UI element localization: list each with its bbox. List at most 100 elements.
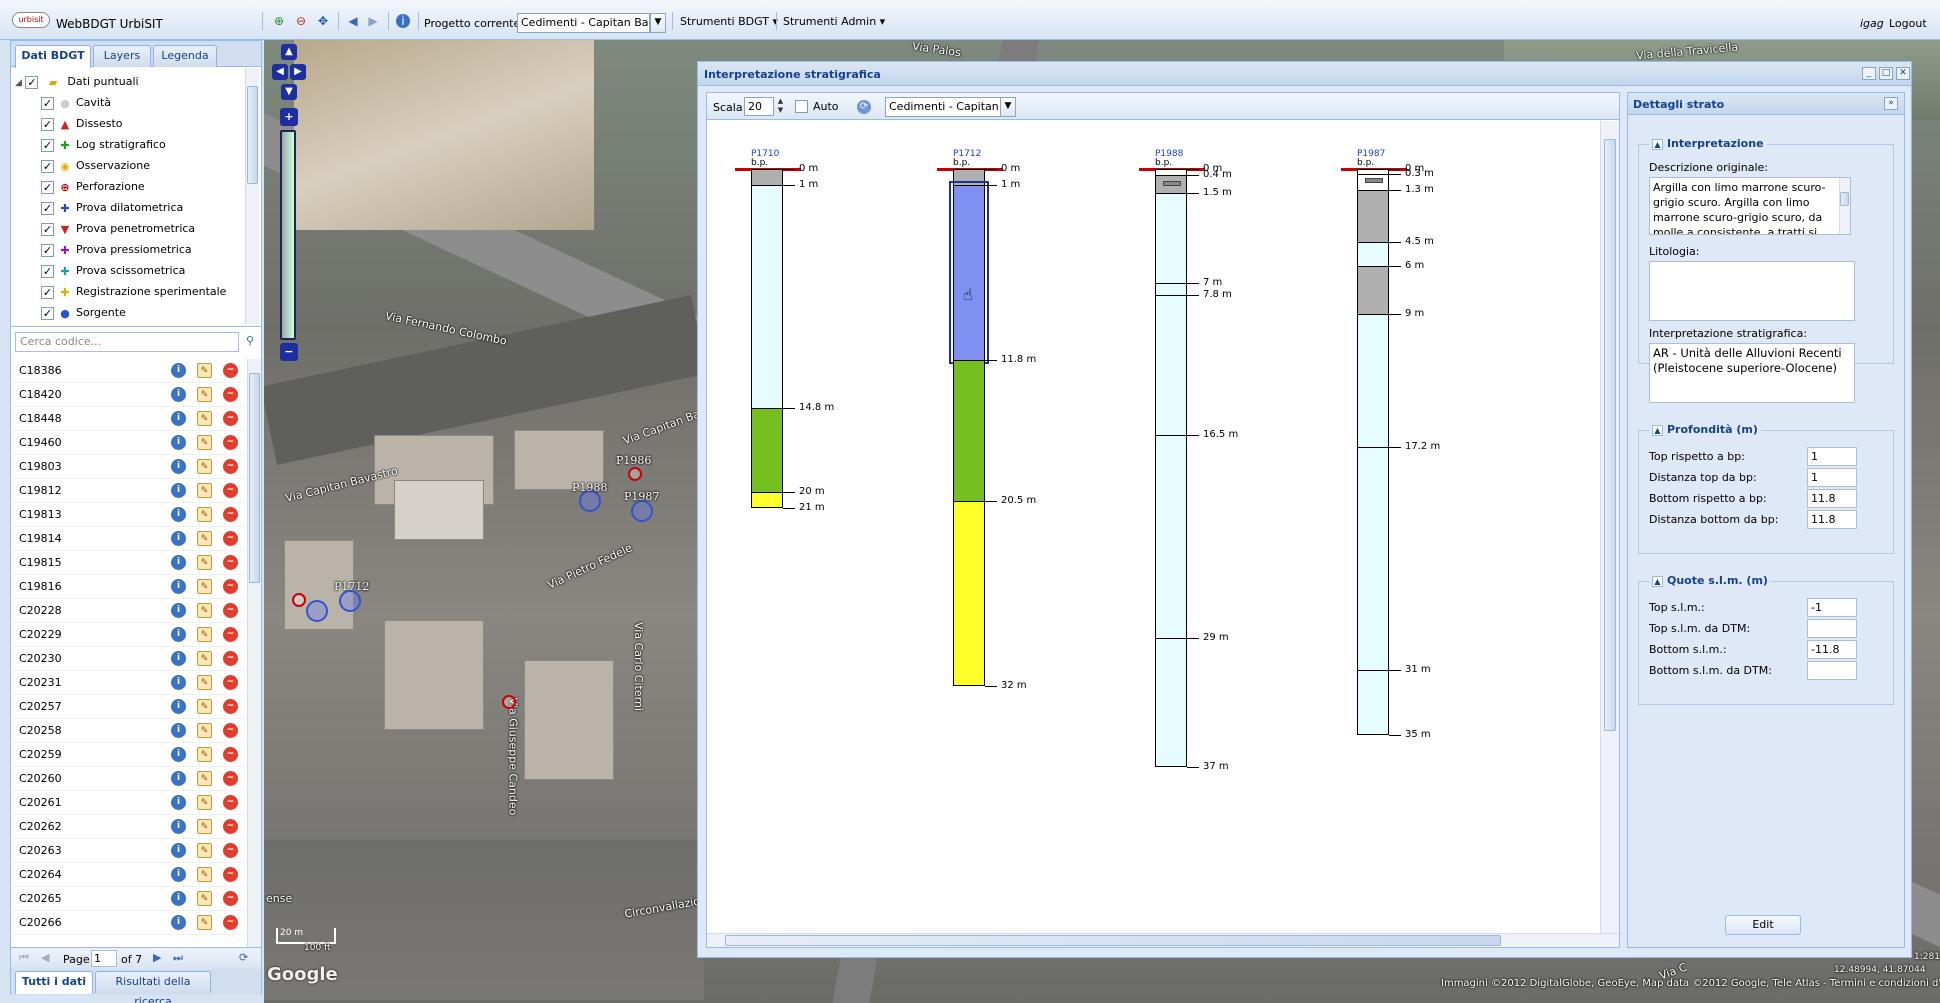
info-icon[interactable]: i bbox=[171, 603, 186, 618]
edit-icon[interactable]: ✎ bbox=[197, 675, 212, 690]
delete-icon[interactable]: − bbox=[223, 723, 238, 738]
info-icon[interactable]: i bbox=[171, 699, 186, 714]
scroll-thumb[interactable] bbox=[247, 86, 258, 184]
info-icon[interactable]: i bbox=[171, 531, 186, 546]
tab-tutti-i-dati[interactable]: Tutti i dati bbox=[15, 971, 93, 994]
prev-page-icon[interactable]: ◀ bbox=[41, 951, 49, 964]
project-select[interactable]: Cedimenti - Capitan Bavastr bbox=[885, 97, 1001, 117]
info-icon[interactable]: i bbox=[171, 915, 186, 930]
scroll-thumb[interactable] bbox=[249, 373, 260, 583]
edit-icon[interactable]: ✎ bbox=[197, 363, 212, 378]
edit-icon[interactable]: ✎ bbox=[197, 795, 212, 810]
delete-icon[interactable]: − bbox=[223, 555, 238, 570]
delete-icon[interactable]: − bbox=[223, 819, 238, 834]
list-item[interactable]: C19813 i ✎ − bbox=[13, 503, 245, 527]
edit-icon[interactable]: ✎ bbox=[197, 651, 212, 666]
edit-icon[interactable]: ✎ bbox=[197, 435, 212, 450]
refresh-icon[interactable]: ⟳ bbox=[239, 951, 248, 964]
list-item[interactable]: C20265 i ✎ − bbox=[13, 887, 245, 911]
list-item[interactable]: C20259 i ✎ − bbox=[13, 743, 245, 767]
field-input[interactable]: 11.8 bbox=[1807, 510, 1857, 529]
zoom-out-icon[interactable]: − bbox=[280, 343, 298, 361]
checkbox[interactable]: ✓ bbox=[25, 75, 39, 89]
list-item[interactable]: C19460 i ✎ − bbox=[13, 431, 245, 455]
strat-layer[interactable] bbox=[751, 169, 783, 185]
list-item[interactable]: C18448 i ✎ − bbox=[13, 407, 245, 431]
strat-vscrollbar[interactable] bbox=[1600, 121, 1619, 933]
marker-pin[interactable] bbox=[502, 695, 516, 709]
list-item[interactable]: C19812 i ✎ − bbox=[13, 479, 245, 503]
strat-layer[interactable] bbox=[1155, 193, 1187, 283]
list-item[interactable]: C18420 i ✎ − bbox=[13, 383, 245, 407]
info-icon[interactable]: i bbox=[171, 411, 186, 426]
tree-root[interactable]: ◢ ✓ ▰ Dati puntuali bbox=[15, 71, 255, 92]
edit-button[interactable]: Edit bbox=[1725, 915, 1801, 935]
field-input[interactable]: -11.8 bbox=[1807, 640, 1857, 659]
next-page-icon[interactable]: ▶ bbox=[153, 951, 161, 964]
strat-hscrollbar[interactable] bbox=[707, 933, 1619, 947]
field-input[interactable] bbox=[1807, 661, 1857, 680]
edit-icon[interactable]: ✎ bbox=[197, 459, 212, 474]
info-icon[interactable]: i bbox=[171, 435, 186, 450]
edit-icon[interactable]: ✎ bbox=[197, 723, 212, 738]
edit-icon[interactable]: ✎ bbox=[197, 579, 212, 594]
strat-layer[interactable] bbox=[1155, 638, 1187, 767]
strat-layer[interactable] bbox=[751, 408, 783, 492]
desc-scrollbar[interactable] bbox=[1839, 178, 1850, 234]
list-item[interactable]: C20263 i ✎ − bbox=[13, 839, 245, 863]
checkbox[interactable]: ✓ bbox=[41, 201, 54, 215]
info-icon[interactable]: i bbox=[171, 627, 186, 642]
tab-legenda[interactable]: Legenda bbox=[153, 45, 217, 67]
desc-field[interactable]: Argilla con limo marrone scuro-grigio sc… bbox=[1649, 177, 1851, 235]
info-icon[interactable]: i bbox=[396, 14, 410, 28]
list-item[interactable]: C19816 i ✎ − bbox=[13, 575, 245, 599]
checkbox[interactable]: ✓ bbox=[41, 306, 54, 320]
checkbox[interactable]: ✓ bbox=[41, 138, 54, 152]
marker-pin[interactable] bbox=[631, 500, 653, 522]
search-input[interactable]: Cerca codice... bbox=[15, 332, 239, 352]
checkbox[interactable]: ✓ bbox=[41, 117, 54, 131]
maximize-button[interactable]: □ bbox=[1879, 67, 1893, 80]
info-icon[interactable]: i bbox=[171, 843, 186, 858]
first-page-icon[interactable]: ⏮ bbox=[19, 951, 29, 965]
fieldset-title[interactable]: ▲ Quote s.l.m. (m) bbox=[1649, 574, 1771, 587]
info-icon[interactable]: i bbox=[171, 579, 186, 594]
auto-checkbox[interactable] bbox=[795, 100, 808, 113]
list-item[interactable]: C19814 i ✎ − bbox=[13, 527, 245, 551]
strat-layer[interactable] bbox=[953, 169, 985, 185]
delete-icon[interactable]: − bbox=[223, 867, 238, 882]
delete-icon[interactable]: − bbox=[223, 771, 238, 786]
delete-icon[interactable]: − bbox=[223, 603, 238, 618]
project-dropdown-button[interactable]: ▼ bbox=[1000, 97, 1016, 117]
marker-pin[interactable] bbox=[628, 467, 642, 481]
edit-icon[interactable]: ✎ bbox=[197, 531, 212, 546]
delete-icon[interactable]: − bbox=[223, 507, 238, 522]
info-icon[interactable]: i bbox=[171, 507, 186, 522]
zoom-in-tool-icon[interactable]: ⊕ bbox=[272, 14, 286, 28]
field-input[interactable]: 11.8 bbox=[1807, 489, 1857, 508]
lito-field[interactable] bbox=[1649, 261, 1855, 321]
field-input[interactable]: 1 bbox=[1807, 447, 1857, 466]
search-icon[interactable]: ⚲ bbox=[241, 332, 259, 352]
checkbox[interactable]: ✓ bbox=[41, 159, 54, 173]
info-icon[interactable]: i bbox=[171, 867, 186, 882]
delete-icon[interactable]: − bbox=[223, 891, 238, 906]
strat-layer[interactable] bbox=[1357, 447, 1389, 670]
tab-dati-bdgt[interactable]: Dati BDGT bbox=[15, 45, 91, 68]
strat-layer[interactable] bbox=[1155, 295, 1187, 435]
project-select[interactable]: Cedimenti - Capitan Bavas bbox=[517, 13, 650, 33]
info-icon[interactable]: i bbox=[171, 387, 186, 402]
forward-arrow-icon[interactable]: ▶ bbox=[366, 14, 380, 28]
tab-layers[interactable]: Layers bbox=[93, 45, 151, 67]
pan-right-icon[interactable]: ▶ bbox=[290, 64, 306, 80]
list-item[interactable]: C20229 i ✎ − bbox=[13, 623, 245, 647]
pan-control[interactable]: ▲ ◀ ▶ ▼ bbox=[272, 44, 306, 102]
checkbox[interactable]: ✓ bbox=[41, 243, 54, 257]
map-attribution[interactable]: Immagini ©2012 DigitalGlobe, GeoEye, Map… bbox=[1441, 978, 1940, 989]
edit-icon[interactable]: ✎ bbox=[197, 555, 212, 570]
edit-icon[interactable]: ✎ bbox=[197, 387, 212, 402]
edit-icon[interactable]: ✎ bbox=[197, 411, 212, 426]
edit-icon[interactable]: ✎ bbox=[197, 603, 212, 618]
scroll-thumb[interactable] bbox=[1840, 192, 1849, 206]
list-item[interactable]: C20261 i ✎ − bbox=[13, 791, 245, 815]
